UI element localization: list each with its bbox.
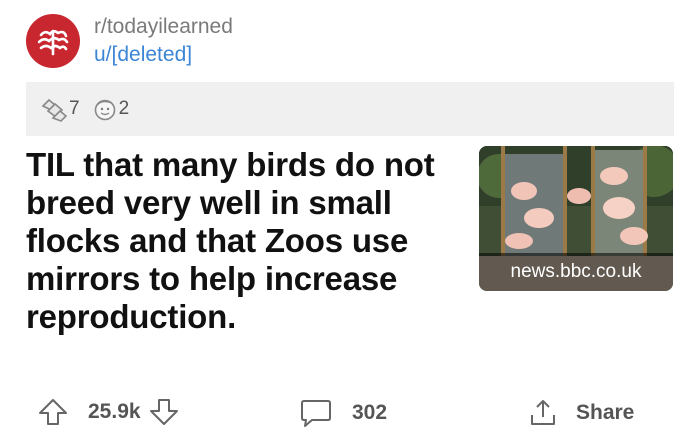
share-icon	[531, 400, 555, 425]
subreddit-avatar[interactable]	[26, 14, 80, 68]
subreddit-name[interactable]: r/todayilearned	[94, 15, 233, 39]
award-face[interactable]: 2	[92, 97, 130, 121]
brain-icon	[37, 29, 69, 56]
comments-button[interactable]: 302	[300, 398, 387, 428]
post-header: r/todayilearned u/[deleted]	[26, 14, 526, 70]
share-label: Share	[576, 401, 635, 424]
post-title[interactable]: TIL that many birds do not breed very we…	[26, 146, 456, 336]
award-gold[interactable]: 7	[40, 96, 80, 122]
upvote-count: 25.9k	[88, 400, 141, 423]
post-actions-bar: 25.9k 302 Share	[0, 390, 700, 440]
author-link[interactable]: u/[deleted]	[94, 43, 192, 67]
comment-icon	[301, 400, 331, 427]
vote-group: 25.9k	[38, 398, 179, 426]
downvote-icon[interactable]	[149, 398, 179, 426]
share-button[interactable]: Share	[528, 398, 634, 428]
award-face-count: 2	[118, 98, 130, 119]
link-domain: news.bbc.co.uk	[479, 253, 673, 291]
link-thumbnail[interactable]: news.bbc.co.uk	[479, 146, 673, 291]
award-gold-count: 7	[69, 98, 80, 119]
awards-bar[interactable]: 7 2	[26, 82, 674, 136]
gold-hands-award-icon	[41, 98, 68, 122]
face-award-icon	[94, 99, 115, 121]
upvote-icon[interactable]	[38, 398, 68, 426]
comment-count: 302	[352, 401, 388, 424]
